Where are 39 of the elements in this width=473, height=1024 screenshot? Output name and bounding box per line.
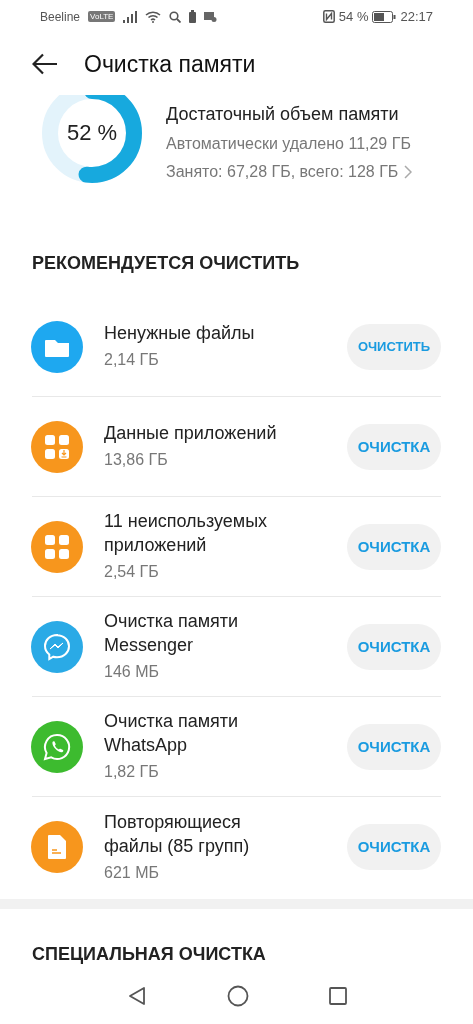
item-size: 13,86 ГБ xyxy=(104,450,169,471)
section-header: РЕКОМЕНДУЕТСЯ ОЧИСТИТЬ xyxy=(32,253,300,274)
clock-time: 22:17 xyxy=(400,7,433,26)
carrier-name: Beeline xyxy=(40,8,81,26)
search-icon xyxy=(169,10,182,23)
clean-button[interactable]: ОЧИСТКА xyxy=(347,423,441,470)
storage-percent: 52 % xyxy=(66,119,118,147)
clean-button[interactable]: ОЧИСТИТЬ xyxy=(347,323,441,370)
item-title: Повторяющиеся файлы (85 групп) xyxy=(104,810,251,858)
battery-percent: 54 % xyxy=(338,7,369,26)
page-title: Очистка памяти xyxy=(84,50,256,80)
wifi-icon xyxy=(145,10,162,23)
nfc-icon xyxy=(322,10,335,24)
item-title: 11 неиспользуемых приложений xyxy=(104,510,269,558)
home-nav-icon[interactable] xyxy=(226,985,249,1007)
item-size: 1,82 ГБ xyxy=(104,762,160,783)
recents-nav-icon[interactable] xyxy=(328,987,347,1005)
clean-button[interactable]: ОЧИСТКА xyxy=(347,824,441,871)
item-title: Очистка памяти WhatsApp xyxy=(104,710,240,758)
auto-deleted-text: Автоматически удалено 11,29 ГБ xyxy=(166,134,412,155)
signal-icon xyxy=(123,10,138,23)
clean-button[interactable]: ОЧИСТКА xyxy=(347,623,441,670)
item-size: 2,54 ГБ xyxy=(104,562,160,583)
item-title: Очистка памяти Messenger xyxy=(104,610,240,658)
section-header: СПЕЦИАЛЬНАЯ ОЧИСТКА xyxy=(32,944,266,964)
storage-status: Достаточный объем памяти xyxy=(166,103,400,127)
clean-button[interactable]: ОЧИСТКА xyxy=(347,723,441,770)
item-title: Ненужные файлы xyxy=(104,322,256,346)
volte-badge: VoLTE xyxy=(88,11,116,23)
item-title: Данные приложений xyxy=(104,422,278,446)
item-size: 2,14 ГБ xyxy=(104,350,160,371)
usage-text[interactable]: Занято: 67,28 ГБ, всего: 128 ГБ xyxy=(166,160,399,185)
battery-icon xyxy=(372,10,397,23)
battery-alert-icon xyxy=(189,10,197,24)
clean-button[interactable]: ОЧИСТКА xyxy=(347,523,441,570)
back-arrow-icon[interactable] xyxy=(32,53,58,76)
back-nav-icon[interactable] xyxy=(126,986,147,1006)
item-size: 146 МБ xyxy=(104,662,160,683)
item-size: 621 МБ xyxy=(104,862,160,883)
